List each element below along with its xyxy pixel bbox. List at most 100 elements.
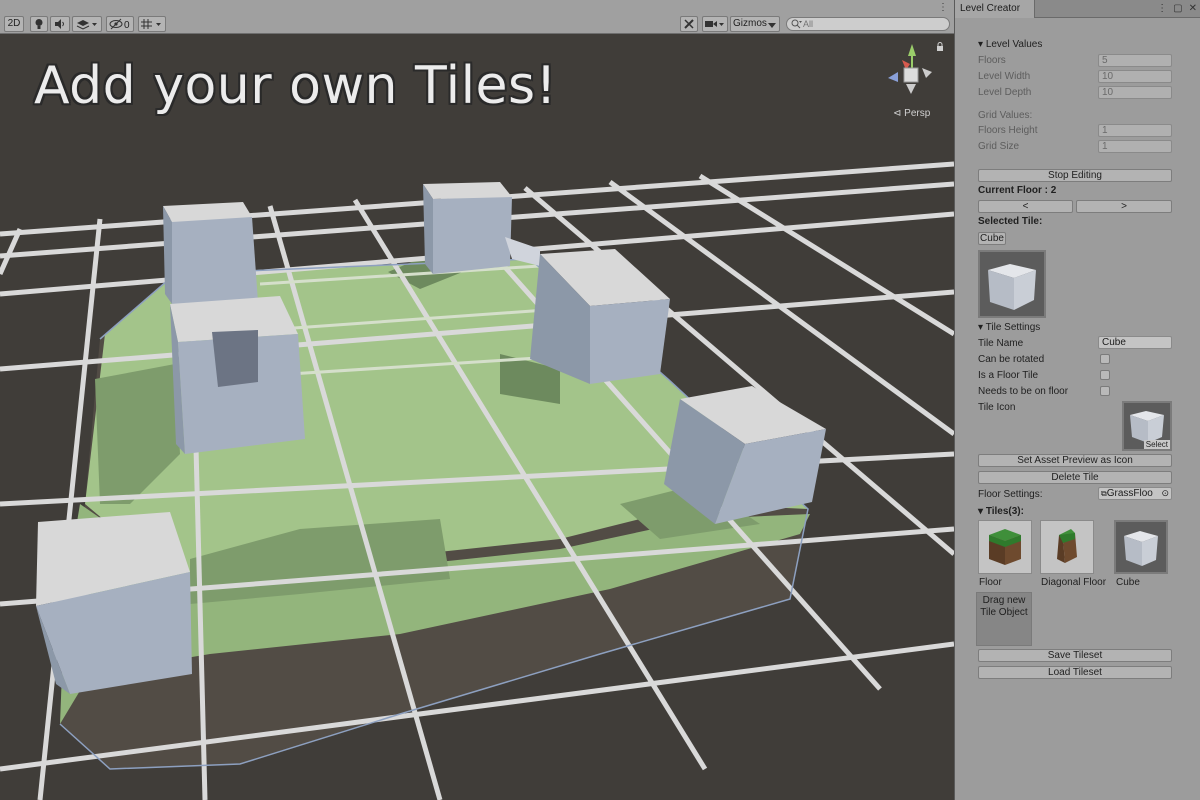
camera-dropdown[interactable] <box>702 16 728 32</box>
toolbar-menu-icon[interactable]: ⋮ <box>938 2 948 13</box>
tab-controls: ⋮ ▢ ✕ <box>1157 3 1197 14</box>
selected-tile-label: Selected Tile: <box>978 216 1043 227</box>
level-depth-field[interactable]: 10 <box>1098 86 1172 99</box>
is-floor-tile-label: Is a Floor Tile <box>978 370 1039 381</box>
tab-level-creator[interactable]: Level Creator <box>955 0 1035 18</box>
diagonal-floor-tile-icon <box>1057 529 1077 563</box>
foldout-arrow-icon: ▾ <box>978 39 984 50</box>
maximize-icon[interactable]: ▢ <box>1173 3 1182 14</box>
effects-dropdown[interactable] <box>72 16 102 32</box>
layers-icon <box>76 20 97 30</box>
cube-object[interactable] <box>170 296 305 454</box>
grid-snap-dropdown[interactable] <box>138 16 166 32</box>
needs-floor-checkbox[interactable] <box>1100 386 1110 396</box>
selected-tile-name[interactable]: Cube <box>978 232 1006 245</box>
is-floor-tile-checkbox[interactable] <box>1100 370 1110 380</box>
perspective-label[interactable]: ⊲ Persp <box>893 108 930 119</box>
tile-name-field[interactable]: Cube <box>1098 336 1172 349</box>
grid-values-header: Grid Values: <box>978 110 1033 121</box>
floor-settings-object-field[interactable]: ⧉GrassFloo ⊙ <box>1098 487 1172 500</box>
hidden-count: 0 <box>124 20 130 30</box>
set-asset-preview-button[interactable]: Set Asset Preview as Icon <box>978 454 1172 467</box>
floors-height-field[interactable]: 1 <box>1098 124 1172 137</box>
cube-tile-icon <box>1124 531 1158 566</box>
floor-settings-value: GrassFloo <box>1106 488 1153 499</box>
cube-object[interactable] <box>163 202 258 304</box>
foldout-arrow-icon: ▾ <box>978 506 984 517</box>
floors-label: Floors <box>978 55 1006 66</box>
can-be-rotated-checkbox[interactable] <box>1100 354 1110 364</box>
previous-floor-button[interactable]: < <box>978 200 1073 213</box>
tile-thumbnail-cube[interactable] <box>1114 520 1168 574</box>
grid-size-label: Grid Size <box>978 141 1020 152</box>
chevron-down-icon <box>768 23 776 28</box>
unity-editor-window: ⋮ 2D 0 Gizmos All Add your own Tiles! ⊲ … <box>0 0 1200 800</box>
cube-preview-icon <box>988 264 1036 310</box>
grid-icon <box>141 19 161 29</box>
next-floor-button[interactable]: > <box>1076 200 1172 213</box>
hidden-objects-toggle[interactable]: 0 <box>106 16 134 32</box>
persp-text: Persp <box>904 108 931 119</box>
selected-tile-preview[interactable] <box>978 250 1046 318</box>
tile-thumbnail-floor[interactable] <box>978 520 1032 574</box>
tools-toggle[interactable] <box>680 16 698 32</box>
object-picker-icon[interactable]: ⊙ <box>1161 488 1169 499</box>
gizmos-dropdown[interactable]: Gizmos <box>730 16 780 32</box>
floors-height-label: Floors Height <box>978 125 1038 136</box>
load-tileset-button[interactable]: Load Tileset <box>978 666 1172 679</box>
save-tileset-button[interactable]: Save Tileset <box>978 649 1172 662</box>
current-floor-label: Current Floor : 2 <box>978 185 1057 196</box>
grid-size-field[interactable]: 1 <box>1098 140 1172 153</box>
lightbulb-icon <box>35 19 43 29</box>
panel-tab-bar: Level Creator ⋮ ▢ ✕ <box>955 0 1200 18</box>
floor-settings-label: Floor Settings: <box>978 489 1043 500</box>
eye-hidden-icon: 0 <box>109 18 130 30</box>
tile-settings-foldout[interactable]: ▾ Tile Settings <box>978 322 1040 333</box>
delete-tile-button[interactable]: Delete Tile <box>978 471 1172 484</box>
level-depth-label: Level Depth <box>978 87 1032 98</box>
level-width-field[interactable]: 10 <box>1098 70 1172 83</box>
tile-name-label: Tile Name <box>978 338 1024 349</box>
tile-icon-label: Tile Icon <box>978 402 1016 413</box>
level-values-header: Level Values <box>985 39 1043 50</box>
tile-label-cube: Cube <box>1116 577 1140 588</box>
tile-thumbnail-diagonal-floor[interactable] <box>1040 520 1094 574</box>
floors-field[interactable]: 5 <box>1098 54 1172 67</box>
scene-search-field[interactable] <box>786 17 950 31</box>
tile-settings-header: Tile Settings <box>985 322 1041 333</box>
mode-2d-toggle[interactable]: 2D <box>4 16 24 32</box>
tiles-foldout[interactable]: ▾ Tiles(3): <box>978 506 1024 517</box>
needs-floor-label: Needs to be on floor <box>978 386 1069 397</box>
can-be-rotated-label: Can be rotated <box>978 354 1045 365</box>
tile-icon-select-button[interactable]: Select <box>1143 440 1170 449</box>
lock-icon[interactable] <box>936 42 944 52</box>
search-icon <box>791 19 802 29</box>
scene-toolbar: ⋮ 2D 0 Gizmos <box>0 0 954 34</box>
tiles-header: Tiles(3): <box>985 506 1024 517</box>
close-icon[interactable]: ✕ <box>1189 3 1197 14</box>
panel-menu-icon[interactable]: ⋮ <box>1157 3 1167 14</box>
grass-floor-tile-icon <box>989 529 1021 565</box>
tools-icon <box>684 19 694 29</box>
gizmos-label: Gizmos <box>733 18 767 29</box>
cube-object[interactable] <box>36 512 192 694</box>
speaker-icon <box>55 19 64 29</box>
level-values-foldout[interactable]: ▾ Level Values <box>978 39 1042 50</box>
level-width-label: Level Width <box>978 71 1031 82</box>
stop-editing-button[interactable]: Stop Editing <box>978 169 1172 182</box>
audio-toggle[interactable] <box>50 16 70 32</box>
lighting-toggle[interactable] <box>30 16 48 32</box>
scene-viewport[interactable] <box>0 34 954 800</box>
toolbar-row: 2D 0 Gizmos <box>0 16 954 34</box>
overlay-title: Add your own Tiles! <box>34 56 557 116</box>
persp-arrow-icon: ⊲ <box>893 108 902 119</box>
scene-orientation-gizmo-icon[interactable] <box>876 38 942 102</box>
camera-icon <box>705 21 724 27</box>
tile-label-diagonal-floor: Diagonal Floor <box>1041 577 1107 588</box>
drag-new-tile-dropzone[interactable]: Drag new Tile Object <box>976 592 1032 646</box>
foldout-arrow-icon: ▾ <box>978 322 984 333</box>
scene-view[interactable]: Add your own Tiles! ⊲ Persp <box>0 34 954 800</box>
tile-label-floor: Floor <box>979 577 1002 588</box>
search-input[interactable] <box>803 18 943 30</box>
tile-icon-picker[interactable]: Select <box>1122 401 1172 451</box>
